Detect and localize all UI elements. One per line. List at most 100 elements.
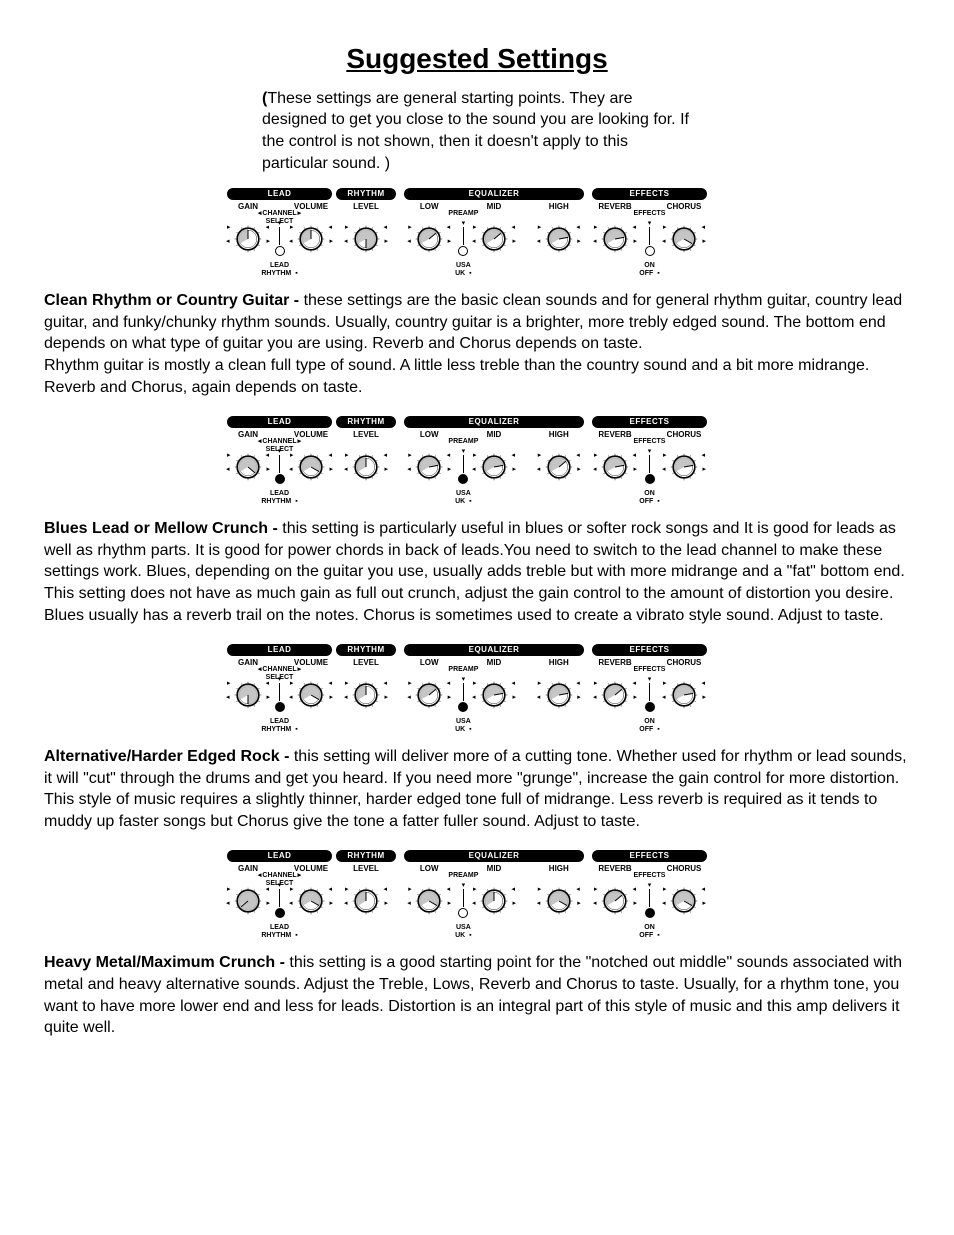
knob-chorus[interactable]: ▸ ◂ ◂ ▸ (669, 680, 699, 710)
switch-effects[interactable]: ▾ (645, 450, 655, 484)
header-lead: LEAD (227, 416, 332, 428)
header-effects: EFFECTS (592, 850, 707, 862)
switch-channel[interactable]: ▾ (275, 450, 285, 484)
label-chorus: CHORUS (667, 658, 702, 668)
knob-gain[interactable]: ▸ ◂ ◂ ▸ (233, 452, 263, 482)
label-volume: VOLUME (294, 658, 328, 668)
knob-level[interactable]: ▸ ◂ ◂ ▸ (351, 224, 381, 254)
knob-mid[interactable]: ▸ ◂ ◂ ▸ (479, 886, 509, 916)
label-low: LOW (420, 202, 439, 212)
header-rhythm: RHYTHM (336, 644, 396, 656)
group-rhythm: RHYTHM LEVEL ▸ ◂ ◂ ▸ (336, 416, 396, 510)
knob-low[interactable]: ▸ ◂ ◂ ▸ (414, 680, 444, 710)
label-level: LEVEL (353, 202, 379, 212)
amp-panel: LEAD GAIN CHANNELSELECT VOLUME ▸ ◂ ◂ ▸ ▾… (227, 188, 727, 282)
knob-reverb[interactable]: ▸ ◂ ◂ ▸ (600, 452, 630, 482)
switch-channel[interactable]: ▾ (275, 222, 285, 256)
switch-effects[interactable]: ▾ (645, 678, 655, 712)
knob-chorus[interactable]: ▸ ◂ ◂ ▸ (669, 452, 699, 482)
label-volume: VOLUME (294, 864, 328, 874)
label-volume: VOLUME (294, 202, 328, 212)
knob-level[interactable]: ▸ ◂ ◂ ▸ (351, 680, 381, 710)
group-lead: LEAD GAIN CHANNELSELECT VOLUME ▸ ◂ ◂ ▸ ▾… (227, 416, 332, 510)
label-lead-rhythm: LEADRHYTHM ▪ (261, 924, 297, 940)
label-effects-mid: EFFECTS (634, 438, 666, 446)
label-chorus: CHORUS (667, 202, 702, 212)
label-reverb: REVERB (598, 430, 631, 440)
header-effects: EFFECTS (592, 644, 707, 656)
label-level: LEVEL (353, 864, 379, 874)
knob-level[interactable]: ▸ ◂ ◂ ▸ (351, 452, 381, 482)
label-high: HIGH (549, 658, 569, 668)
label-preamp: PREAMP (448, 872, 478, 880)
group-effects: EFFECTS REVERB EFFECTS CHORUS ▸ ◂ ◂ ▸ ▾ … (592, 644, 707, 738)
knob-low[interactable]: ▸ ◂ ◂ ▸ (414, 224, 444, 254)
header-lead: LEAD (227, 644, 332, 656)
group-equalizer: EQUALIZER LOW PREAMP MID HIGH ▸ ◂ ◂ ▸ ▾ (404, 188, 584, 282)
header-lead: LEAD (227, 850, 332, 862)
group-lead: LEAD GAIN CHANNELSELECT VOLUME ▸ ◂ ◂ ▸ ▾… (227, 188, 332, 282)
knob-high[interactable]: ▸ ◂ ◂ ▸ (544, 680, 574, 710)
section-text-3: Heavy Metal/Maximum Crunch - this settin… (44, 952, 910, 1038)
label-reverb: REVERB (598, 202, 631, 212)
switch-preamp[interactable]: ▾ (458, 222, 468, 256)
group-effects: EFFECTS REVERB EFFECTS CHORUS ▸ ◂ ◂ ▸ ▾ … (592, 416, 707, 510)
label-preamp: PREAMP (448, 210, 478, 218)
group-equalizer: EQUALIZER LOW PREAMP MID HIGH ▸ ◂ ◂ ▸ ▾ (404, 644, 584, 738)
switch-preamp[interactable]: ▾ (458, 884, 468, 918)
knob-high[interactable]: ▸ ◂ ◂ ▸ (544, 224, 574, 254)
switch-channel[interactable]: ▾ (275, 884, 285, 918)
label-preamp: PREAMP (448, 666, 478, 674)
label-preamp: PREAMP (448, 438, 478, 446)
label-mid: MID (487, 864, 502, 874)
knob-gain[interactable]: ▸ ◂ ◂ ▸ (233, 224, 263, 254)
label-lead-rhythm: LEADRHYTHM ▪ (261, 718, 297, 734)
intro-text: These settings are general starting poin… (262, 90, 689, 172)
switch-effects[interactable]: ▾ (645, 222, 655, 256)
knob-mid[interactable]: ▸ ◂ ◂ ▸ (479, 452, 509, 482)
knob-volume[interactable]: ▸ ◂ ◂ ▸ (296, 224, 326, 254)
knob-reverb[interactable]: ▸ ◂ ◂ ▸ (600, 680, 630, 710)
page-title: Suggested Settings (44, 40, 910, 78)
knob-gain[interactable]: ▸ ◂ ◂ ▸ (233, 680, 263, 710)
label-on-off: ONOFF ▪ (639, 718, 659, 734)
knob-gain[interactable]: ▸ ◂ ◂ ▸ (233, 886, 263, 916)
knob-volume[interactable]: ▸ ◂ ◂ ▸ (296, 452, 326, 482)
label-high: HIGH (549, 202, 569, 212)
knob-mid[interactable]: ▸ ◂ ◂ ▸ (479, 224, 509, 254)
label-level: LEVEL (353, 658, 379, 668)
label-reverb: REVERB (598, 658, 631, 668)
label-low: LOW (420, 658, 439, 668)
knob-volume[interactable]: ▸ ◂ ◂ ▸ (296, 886, 326, 916)
switch-effects[interactable]: ▾ (645, 884, 655, 918)
label-usa-uk: USAUK ▪ (455, 490, 472, 506)
knob-reverb[interactable]: ▸ ◂ ◂ ▸ (600, 886, 630, 916)
knob-high[interactable]: ▸ ◂ ◂ ▸ (544, 452, 574, 482)
label-usa-uk: USAUK ▪ (455, 718, 472, 734)
knob-chorus[interactable]: ▸ ◂ ◂ ▸ (669, 886, 699, 916)
switch-preamp[interactable]: ▾ (458, 678, 468, 712)
label-volume: VOLUME (294, 430, 328, 440)
header-rhythm: RHYTHM (336, 416, 396, 428)
label-level: LEVEL (353, 430, 379, 440)
label-on-off: ONOFF ▪ (639, 262, 659, 278)
label-gain: GAIN (238, 658, 258, 668)
header-equalizer: EQUALIZER (404, 188, 584, 200)
group-equalizer: EQUALIZER LOW PREAMP MID HIGH ▸ ◂ ◂ ▸ ▾ (404, 850, 584, 944)
knob-level[interactable]: ▸ ◂ ◂ ▸ (351, 886, 381, 916)
label-effects-mid: EFFECTS (634, 210, 666, 218)
switch-channel[interactable]: ▾ (275, 678, 285, 712)
label-effects-mid: EFFECTS (634, 666, 666, 674)
knob-high[interactable]: ▸ ◂ ◂ ▸ (544, 886, 574, 916)
knob-volume[interactable]: ▸ ◂ ◂ ▸ (296, 680, 326, 710)
knob-low[interactable]: ▸ ◂ ◂ ▸ (414, 452, 444, 482)
knob-reverb[interactable]: ▸ ◂ ◂ ▸ (600, 224, 630, 254)
header-effects: EFFECTS (592, 416, 707, 428)
knob-low[interactable]: ▸ ◂ ◂ ▸ (414, 886, 444, 916)
knob-chorus[interactable]: ▸ ◂ ◂ ▸ (669, 224, 699, 254)
header-equalizer: EQUALIZER (404, 644, 584, 656)
switch-preamp[interactable]: ▾ (458, 450, 468, 484)
label-reverb: REVERB (598, 864, 631, 874)
knob-mid[interactable]: ▸ ◂ ◂ ▸ (479, 680, 509, 710)
label-lead-rhythm: LEADRHYTHM ▪ (261, 262, 297, 278)
